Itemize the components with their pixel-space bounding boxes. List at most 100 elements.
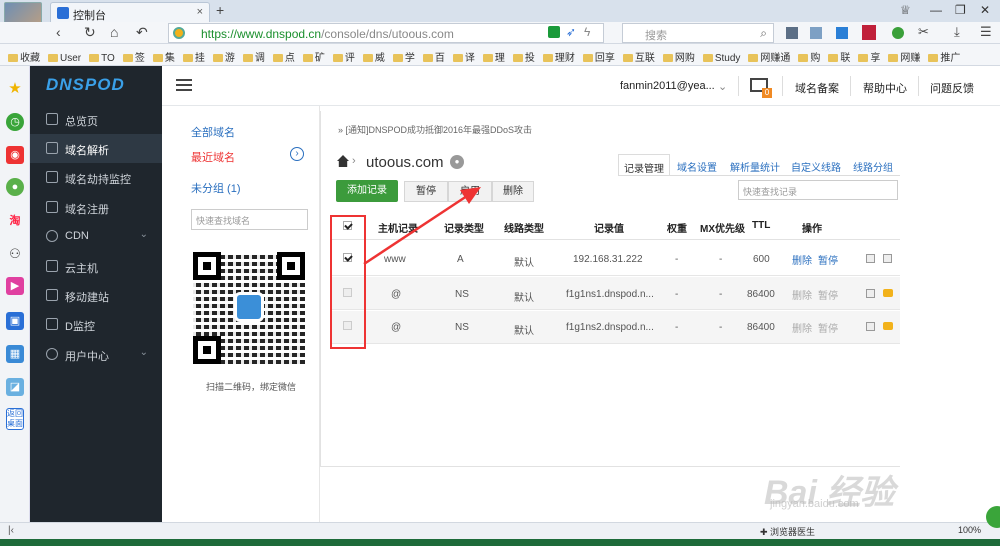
security-icon[interactable] [892,27,904,39]
computer-icon[interactable]: ▣ [6,312,24,330]
bookmark-item[interactable]: 推广 [928,49,960,64]
home-icon[interactable] [337,155,349,167]
zoom-level[interactable]: 100% [958,525,981,535]
chevron-right-icon[interactable]: › [290,147,304,161]
sidebar-toggle-icon[interactable]: |‹ [8,525,14,536]
header-link-icp[interactable]: 域名备案 [795,80,839,96]
bookmark-item[interactable]: 收藏 [8,49,40,64]
bookmark-item[interactable]: 百 [422,49,445,64]
sidebar-item-dns[interactable]: 域名解析 [30,134,162,163]
hamburger-menu-icon[interactable] [176,79,192,91]
bookmark-item[interactable]: 评 [332,49,355,64]
sidebar-item-overview[interactable]: 总览页 [30,105,162,134]
bookmark-item[interactable]: TO [89,53,115,64]
sidebar-item-register[interactable]: 域名注册 [30,193,162,222]
undo-icon[interactable]: ↶ [136,24,148,41]
sidebar-item-user-center[interactable]: 用户中心 ⌄ [30,340,162,369]
all-domains-link[interactable]: 全部域名 [191,124,235,140]
bookmark-item[interactable]: 享 [858,49,880,64]
delete-button[interactable]: 删除 [492,181,534,202]
bookmark-item[interactable]: 网购 [662,49,695,64]
sidebar-item-cdn[interactable]: CDN ⌄ [30,222,162,251]
sidebar-item-d-monitor[interactable]: D监控 [30,310,162,339]
reload-icon[interactable]: ↻ [84,24,96,41]
calculator-icon[interactable]: ▦ [6,345,24,363]
bookmark-item[interactable]: 投 [512,49,535,64]
tab-close-icon[interactable]: × [197,6,203,18]
search-icon[interactable]: ⌕ [760,26,767,41]
scissors-icon[interactable]: ✂ [918,24,929,40]
recent-domains-link[interactable]: 最近域名 [191,149,235,165]
note-icon[interactable] [866,289,875,298]
chevron-down-icon[interactable]: ⌄ [718,80,727,93]
pause-link[interactable]: 暂停 [818,252,838,267]
record-search-input[interactable]: 快速查找记录 [738,180,898,200]
shirt-icon[interactable]: ♕ [900,3,911,17]
bookmark-item[interactable]: 译 [452,49,475,64]
ungrouped-link[interactable]: 未分组 (1) [191,180,241,196]
bookmark-item[interactable]: 游 [212,49,235,64]
delete-link[interactable]: 删除 [792,252,812,267]
bookmark-item[interactable]: 点 [272,49,295,64]
tab-line-groups[interactable]: 线路分组 [850,154,896,176]
back-icon[interactable]: ‹ [56,24,61,40]
tab-custom-lines[interactable]: 自定义线路 [788,154,844,176]
record-value[interactable]: 192.168.31.222 [573,254,643,265]
browser-doctor-link[interactable]: ✚ 浏览器医生 [760,525,815,538]
shield-icon[interactable] [548,26,560,38]
browser-tab[interactable]: 控制台 × [50,2,210,22]
translate-icon[interactable] [836,27,848,39]
book-icon[interactable]: ◪ [6,378,24,396]
desktop-icon[interactable]: 返回桌面 [6,408,24,430]
sidebar-item-mobile-site[interactable]: 移动建站 [30,281,162,310]
note-icon[interactable] [883,254,892,263]
bookmark-item[interactable]: Study [702,53,740,64]
bookmark-item[interactable]: 集 [152,49,175,64]
tab-domain-settings[interactable]: 域名设置 [672,154,722,176]
domain-search-input[interactable]: 快速查找域名 [191,209,308,230]
search-box[interactable]: 搜索 ⌕ [622,23,774,43]
bookmark-item[interactable]: 理 [482,49,505,64]
address-bar[interactable]: https://www.dnspod.cn/console/dns/utoous… [168,23,604,43]
sidebar-item-cloud-host[interactable]: 云主机 [30,252,162,281]
home-icon[interactable]: ⌂ [110,24,118,40]
header-link-feedback[interactable]: 问题反馈 [930,80,974,96]
sidebar-item-hijack-monitor[interactable]: 域名劫持监控 [30,163,162,192]
video-icon[interactable]: ▶ [6,277,24,295]
minimize-icon[interactable]: — [930,3,942,17]
bookmark-item[interactable]: 挂 [182,49,205,64]
bookmark-item[interactable]: 矿 [302,49,325,64]
bookmark-item[interactable]: 网赚 [888,49,920,64]
close-window-icon[interactable]: ✕ [980,3,990,17]
bookmark-item[interactable]: 互联 [622,49,655,64]
header-link-help[interactable]: 帮助中心 [863,80,907,96]
tab-query-stats[interactable]: 解析量统计 [726,154,784,176]
tab-record-management[interactable]: 记录管理 [618,154,670,176]
chat-icon[interactable]: ● [6,178,24,196]
user-account[interactable]: fanmin2011@yea... [620,80,715,92]
notice-link[interactable]: » [通知]DNSPOD成功抵御2016年最强DDoS攻击 [338,123,532,136]
clock-icon[interactable]: ◷ [6,113,24,131]
menu-icon[interactable]: ☰ [980,24,992,40]
bookmark-item[interactable]: 调 [242,49,265,64]
bookmark-item[interactable]: 回享 [582,49,615,64]
bookmark-item[interactable]: 签 [122,49,145,64]
bookmark-item[interactable]: 购 [798,49,820,64]
download-icon[interactable]: ⤓ [954,24,960,40]
app-icon[interactable] [862,25,876,40]
bookmark-item[interactable]: 网赚通 [748,49,790,64]
bookmark-item[interactable]: 联 [828,49,850,64]
maximize-icon[interactable]: ❐ [955,3,966,17]
flash-icon[interactable]: ϟ [584,25,590,39]
apps-icon[interactable] [786,27,798,39]
gamepad-icon[interactable]: ⚇ [6,245,24,263]
bookmark-item[interactable]: 威 [362,49,385,64]
bookmark-item[interactable]: User [48,53,81,64]
remark-icon[interactable] [866,254,875,263]
weibo-icon[interactable]: ◉ [6,146,24,164]
bookmark-item[interactable]: 学 [392,49,415,64]
image-icon[interactable] [810,27,822,39]
bookmark-item[interactable]: 理财 [542,49,575,64]
note-icon[interactable] [866,322,875,331]
taobao-icon[interactable]: 淘 [6,212,24,230]
